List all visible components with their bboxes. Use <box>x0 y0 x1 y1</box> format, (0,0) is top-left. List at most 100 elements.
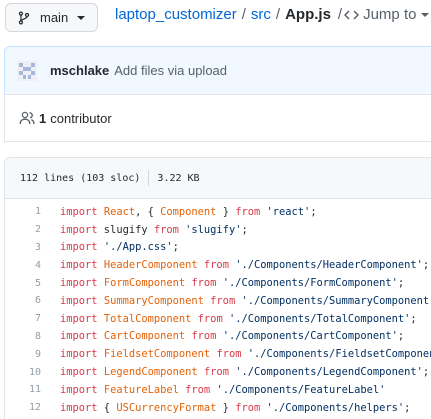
code-token: from <box>203 366 229 379</box>
code-token: import <box>60 348 98 361</box>
code-line-content: import TotalComponent from './Components… <box>41 313 417 325</box>
code-token: FeatureLabel <box>103 383 179 396</box>
code-line: 5 import FormComponent from './Components… <box>5 274 431 292</box>
code-token: import <box>60 223 98 236</box>
jump-to-button[interactable]: / Jump to <box>336 6 430 23</box>
code-line: 12 import { USCurrencyFormat } from './Co… <box>5 399 431 417</box>
code-token: LegendComponent <box>103 366 198 379</box>
code-line-content: import './App.css'; <box>41 241 179 253</box>
code-line: 11 import FeatureLabel from './Components… <box>5 381 431 399</box>
code-token: TotalComponent <box>103 312 192 325</box>
line-number[interactable]: 3 <box>5 242 41 253</box>
commit-author-link[interactable]: mschlake <box>50 63 109 78</box>
code-line: 7 import TotalComponent from './Component… <box>5 310 431 328</box>
code-token: import <box>60 330 98 343</box>
breadcrumb-file-name: App.js <box>285 6 331 23</box>
line-number[interactable]: 10 <box>5 367 41 378</box>
code-token: FieldsetComponent <box>103 348 211 361</box>
code-view: 1 import React, { Component } from 'react… <box>5 199 431 417</box>
code-token: ; <box>172 241 179 254</box>
file-line-count: 112 lines (103 sloc) <box>20 172 141 184</box>
code-line: 1 import React, { Component } from 'react… <box>5 203 431 221</box>
code-token: , { <box>135 205 161 218</box>
code-token: from <box>210 294 236 307</box>
file-size: 3.22 KB <box>157 172 200 184</box>
line-number[interactable]: 11 <box>5 384 41 395</box>
commit-message-link[interactable]: Add files via upload <box>114 63 227 78</box>
line-number[interactable]: 1 <box>5 206 41 217</box>
latest-commit-box: mschlake Add files via upload <box>4 46 431 95</box>
code-line: 3 import './App.css'; <box>5 239 431 257</box>
code-token: import <box>60 294 98 307</box>
code-token: './Components/FeatureLabel' <box>216 383 386 396</box>
jump-to-label: Jump to <box>363 6 417 23</box>
code-line: 2 import slugify from 'slugify'; <box>5 221 431 239</box>
avatar[interactable] <box>17 60 37 81</box>
code-line-content: import slugify from 'slugify'; <box>41 224 248 236</box>
contributors-box[interactable]: 1 contributor <box>4 94 431 142</box>
file-navigation: main laptop_customizer / src / App.js / … <box>0 0 431 34</box>
code-token: ; <box>397 277 405 290</box>
branch-name: main <box>40 10 69 25</box>
branch-select-button[interactable]: main <box>5 3 98 32</box>
code-icon <box>344 9 360 20</box>
code-token: ; <box>397 330 405 343</box>
code-line-content: import FieldsetComponent from './Compone… <box>41 348 431 360</box>
code-token: ; <box>241 223 248 236</box>
code-line: 10 import LegendComponent from './Compone… <box>5 363 431 381</box>
line-number[interactable]: 4 <box>5 260 41 271</box>
code-line-content: import React, { Component } from 'react'… <box>41 206 317 218</box>
code-line-content: import FeatureLabel from './Components/F… <box>41 384 385 396</box>
line-number[interactable]: 8 <box>5 331 41 342</box>
code-line: 4 import HeaderComponent from './Componen… <box>5 256 431 274</box>
line-number[interactable]: 7 <box>5 313 41 324</box>
line-number[interactable]: 2 <box>5 224 41 235</box>
code-token: from <box>235 205 261 218</box>
breadcrumb-repo-link[interactable]: laptop_customizer <box>115 6 237 23</box>
breadcrumb-separator: / <box>241 6 246 23</box>
code-line-content: import { USCurrencyFormat } from './Comp… <box>41 402 410 414</box>
code-token: './Components/LegendComponent' <box>235 366 423 379</box>
line-number[interactable]: 9 <box>5 349 41 360</box>
line-number[interactable]: 12 <box>5 402 41 413</box>
code-token: './Components/HeaderComponent' <box>235 259 423 272</box>
code-token: import <box>60 383 98 396</box>
code-token: import <box>60 205 98 218</box>
code-token: SummaryComponent <box>103 294 204 307</box>
code-token: } <box>216 205 236 218</box>
code-token: './Components/SummaryComponent' <box>241 294 431 307</box>
file-info-bar: 112 lines (103 sloc) 3.22 KB <box>5 158 431 199</box>
code-token: from <box>197 312 223 325</box>
git-branch-icon <box>18 11 30 24</box>
code-token: FormComponent <box>103 277 186 290</box>
code-token: './Components/helpers' <box>266 401 405 414</box>
code-token: './Components/CartComponent' <box>222 330 398 343</box>
code-line-content: import CartComponent from './Components/… <box>41 330 404 342</box>
code-token: Component <box>160 205 217 218</box>
code-token: './Components/FormComponent' <box>222 277 398 290</box>
code-token: from <box>185 383 211 396</box>
code-token: CartComponent <box>103 330 186 343</box>
breadcrumb-dir-link[interactable]: src <box>251 6 271 23</box>
code-token: 'react' <box>266 205 311 218</box>
code-line-content: import FormComponent from './Components/… <box>41 277 404 289</box>
people-icon <box>19 111 35 125</box>
code-token: './App.css' <box>103 241 173 254</box>
code-token: import <box>60 277 98 290</box>
code-token: ; <box>422 259 430 272</box>
code-line: 6 import SummaryComponent from './Compone… <box>5 292 431 310</box>
breadcrumb-separator: / <box>275 6 281 23</box>
code-token: ; <box>310 205 317 218</box>
code-token: ; <box>404 401 411 414</box>
code-token: from <box>216 348 242 361</box>
line-number[interactable]: 6 <box>5 295 41 306</box>
code-token: import <box>60 312 98 325</box>
code-token: './Components/FieldsetComponent' <box>247 348 431 361</box>
code-token: import <box>60 366 98 379</box>
line-number[interactable]: 5 <box>5 278 41 289</box>
chevron-down-icon <box>421 12 430 17</box>
code-token: from <box>235 401 261 414</box>
file-info-divider <box>148 170 150 186</box>
code-token: import <box>60 401 98 414</box>
chevron-down-icon <box>77 15 86 20</box>
